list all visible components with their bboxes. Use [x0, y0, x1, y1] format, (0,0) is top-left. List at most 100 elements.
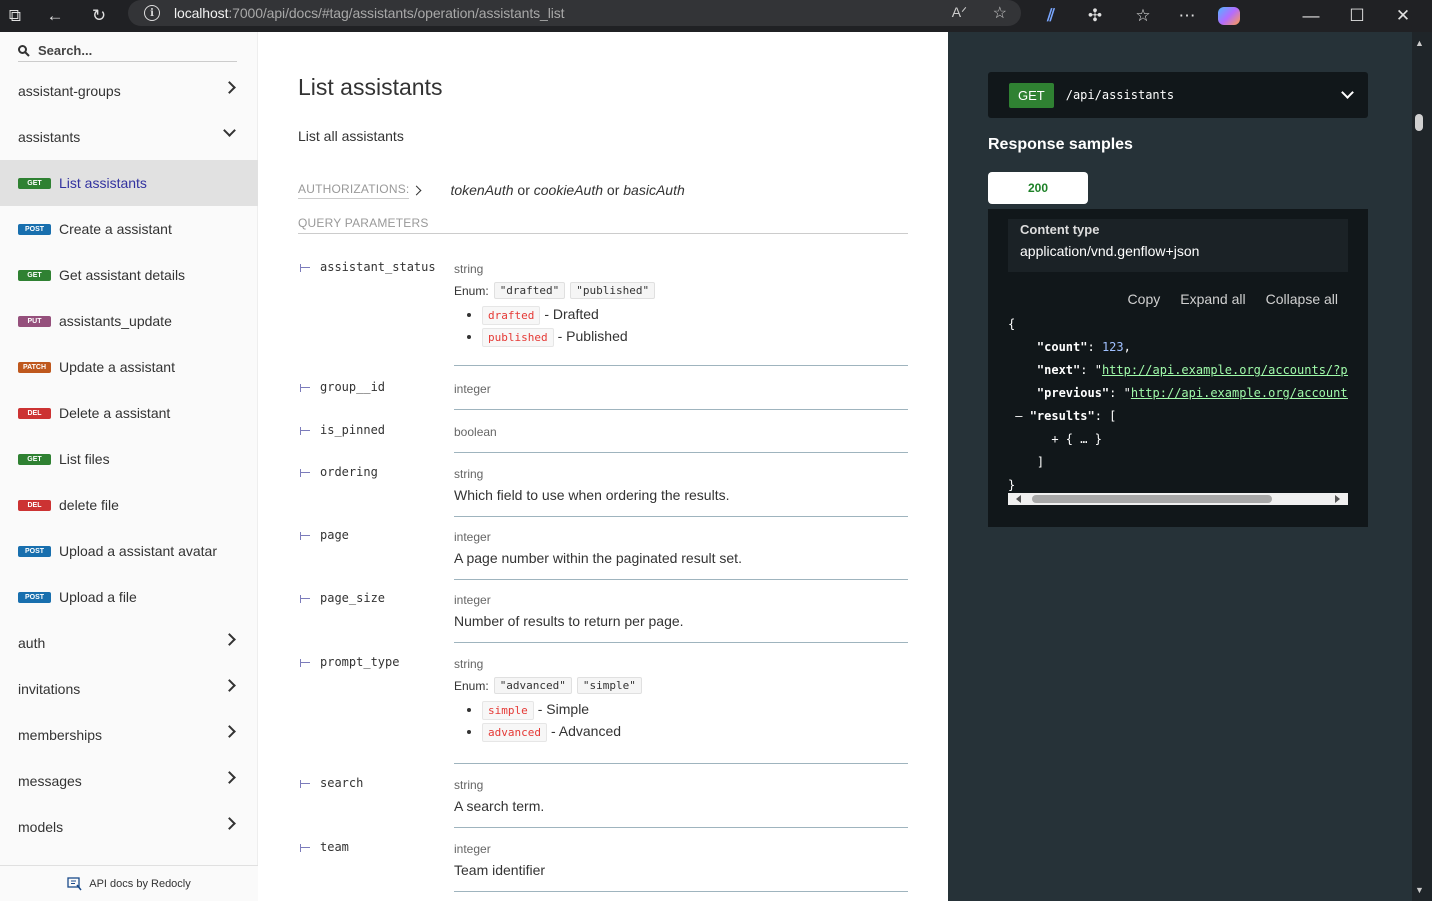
collapse-all-button[interactable]: Collapse all — [1266, 291, 1338, 307]
copy-button[interactable]: Copy — [1128, 291, 1161, 307]
sidebar-group-messages[interactable]: messages — [0, 758, 258, 804]
auth-scheme: basicAuth — [623, 182, 685, 198]
redocly-credit[interactable]: API docs by Redocly — [0, 865, 258, 901]
extension-icon[interactable]: ⫽ — [1036, 0, 1066, 32]
endpoint-path: /api/assistants — [1065, 88, 1175, 102]
maximize-icon[interactable]: ☐ — [1342, 0, 1372, 32]
param-details: stringEnum:"drafted""published"drafted- … — [454, 260, 908, 366]
param-description: Which field to use when ordering the res… — [454, 487, 730, 503]
enum-code: simple — [482, 701, 534, 720]
sidebar-operation[interactable]: GET Get assistant details — [0, 252, 258, 298]
favorites-icon[interactable]: ☆ — [1128, 0, 1158, 32]
param-name: team — [298, 840, 454, 854]
sidebar-group-assistant-groups[interactable]: assistant-groups — [0, 68, 258, 114]
sidebar-operation[interactable]: GET List assistants — [0, 160, 258, 206]
scroll-down-icon[interactable]: ▼ — [1415, 885, 1424, 895]
read-aloud-icon[interactable]: Aᐟ — [952, 4, 967, 21]
close-window-icon[interactable]: ✕ — [1388, 0, 1418, 32]
tab-actions-icon[interactable]: ⧉ — [0, 0, 30, 32]
scroll-right-icon[interactable] — [1335, 495, 1340, 503]
param-name: search — [298, 776, 454, 790]
scroll-left-icon[interactable] — [1016, 495, 1021, 503]
param-details: integer Number of results to return per p… — [454, 591, 908, 643]
json-number: 123 — [1101, 340, 1124, 354]
sidebar-operation[interactable]: PATCH Update a assistant — [0, 344, 258, 390]
http-method-badge: GET — [18, 453, 51, 465]
redocly-logo-icon — [67, 876, 82, 890]
page-scrollbar[interactable]: ▲ ▼ — [1412, 32, 1432, 901]
minimize-icon[interactable]: — — [1296, 0, 1326, 32]
param-type: integer — [454, 842, 491, 856]
sidebar-operation[interactable]: PUT assistants_update — [0, 298, 258, 344]
search-input[interactable] — [38, 43, 228, 58]
sidebar-group-label: auth — [18, 635, 46, 651]
param-type: string — [454, 262, 484, 276]
sidebar-operation[interactable]: POST Upload a file — [0, 574, 258, 620]
sidebar-group-assistants[interactable]: assistants — [0, 114, 258, 160]
sidebar-operation[interactable]: GET List files — [0, 436, 258, 482]
sidebar-group-memberships[interactable]: memberships — [0, 712, 258, 758]
enum-code: drafted — [482, 306, 541, 325]
sidebar-group-models[interactable]: models — [0, 804, 258, 850]
operation-description: List all assistants — [298, 128, 404, 144]
extensions-puzzle-icon[interactable]: ✣ — [1080, 0, 1110, 32]
sidebar-group-label: messages — [18, 773, 82, 789]
enum-desc: - Simple — [537, 701, 590, 717]
main-content: List assistants List all assistants AUTH… — [258, 32, 948, 901]
tree-line-icon — [300, 384, 310, 392]
sidebar-operation-label: Create a assistant — [59, 221, 172, 237]
json-key: "previous" — [1036, 386, 1110, 400]
param-type: string — [454, 657, 484, 671]
param-name-text: assistant_status — [320, 260, 436, 274]
tree-line-icon — [300, 264, 310, 272]
chevron-right-icon[interactable] — [412, 185, 422, 195]
sidebar-operation[interactable]: DEL delete file — [0, 482, 258, 528]
sidebar-operation[interactable]: POST Create a assistant — [0, 206, 258, 252]
reload-icon[interactable]: ↻ — [84, 0, 114, 32]
sidebar-operation[interactable]: DEL Delete a assistant — [0, 390, 258, 436]
content-type-box[interactable]: Content type application/vnd.genflow+jso… — [1008, 219, 1348, 272]
param-type: string — [454, 467, 484, 481]
scroll-up-icon[interactable]: ▲ — [1415, 38, 1424, 48]
sidebar-operation-label: assistants_update — [59, 313, 172, 329]
json-collapsed-object[interactable]: + { … } — [1051, 432, 1102, 446]
scrollbar-thumb[interactable] — [1415, 114, 1423, 131]
enum-desc: - Advanced — [550, 723, 622, 739]
json-link[interactable]: http://api.example.org/accounts/?page=2 — [1131, 386, 1348, 400]
param-name: page_size — [298, 591, 454, 605]
param-name-text: team — [320, 840, 349, 854]
json-key: "count" — [1036, 340, 1088, 354]
copilot-icon[interactable] — [1214, 0, 1244, 32]
authorizations-toggle[interactable]: AUTHORIZATIONS: — [298, 182, 410, 199]
favorite-star-icon[interactable]: ☆ — [993, 3, 1007, 23]
sidebar-group-auth[interactable]: auth — [0, 620, 258, 666]
json-sample: { "count": 123, "next": "http://api.exam… — [1008, 313, 1348, 493]
param-enum: Enum: "drafted" "published" — [454, 282, 908, 299]
expand-all-button[interactable]: Expand all — [1180, 291, 1245, 307]
response-samples-title: Response samples — [988, 136, 1133, 153]
back-icon[interactable]: ← — [40, 0, 70, 32]
sidebar-group-invitations[interactable]: invitations — [0, 666, 258, 712]
sidebar-operation-label: Get assistant details — [59, 267, 186, 283]
json-link[interactable]: http://api.example.org/accounts/?page=4 — [1102, 363, 1348, 377]
param-type: string — [454, 778, 484, 792]
chevron-right-icon — [223, 771, 236, 784]
more-menu-icon[interactable]: ⋯ — [1172, 0, 1202, 32]
auth-schemes: tokenAuth or cookieAuth or basicAuth — [450, 182, 684, 198]
param-type: integer — [454, 530, 491, 544]
collapse-toggle[interactable]: – — [1015, 409, 1022, 423]
site-info-icon[interactable]: i — [144, 5, 160, 21]
json-bracket: ] — [1036, 455, 1045, 469]
status-tab-200[interactable]: 200 — [988, 172, 1088, 204]
endpoint-dropdown[interactable]: GET /api/assistants — [988, 72, 1368, 118]
redocly-label: API docs by Redocly — [89, 877, 191, 890]
horizontal-scrollbar[interactable] — [1008, 493, 1348, 505]
enum-description-item: advanced- Advanced — [482, 720, 908, 742]
sidebar-operation[interactable]: POST Upload a assistant avatar — [0, 528, 258, 574]
scrollbar-thumb[interactable] — [1032, 495, 1272, 503]
param-enum: Enum: "advanced" "simple" — [454, 677, 908, 694]
param-details: boolean — [454, 423, 908, 453]
param-type: integer — [454, 382, 491, 396]
sidebar-group-label: assistant-groups — [18, 83, 121, 99]
address-bar[interactable]: i localhost:7000/api/docs/#tag/assistant… — [128, 0, 1021, 26]
